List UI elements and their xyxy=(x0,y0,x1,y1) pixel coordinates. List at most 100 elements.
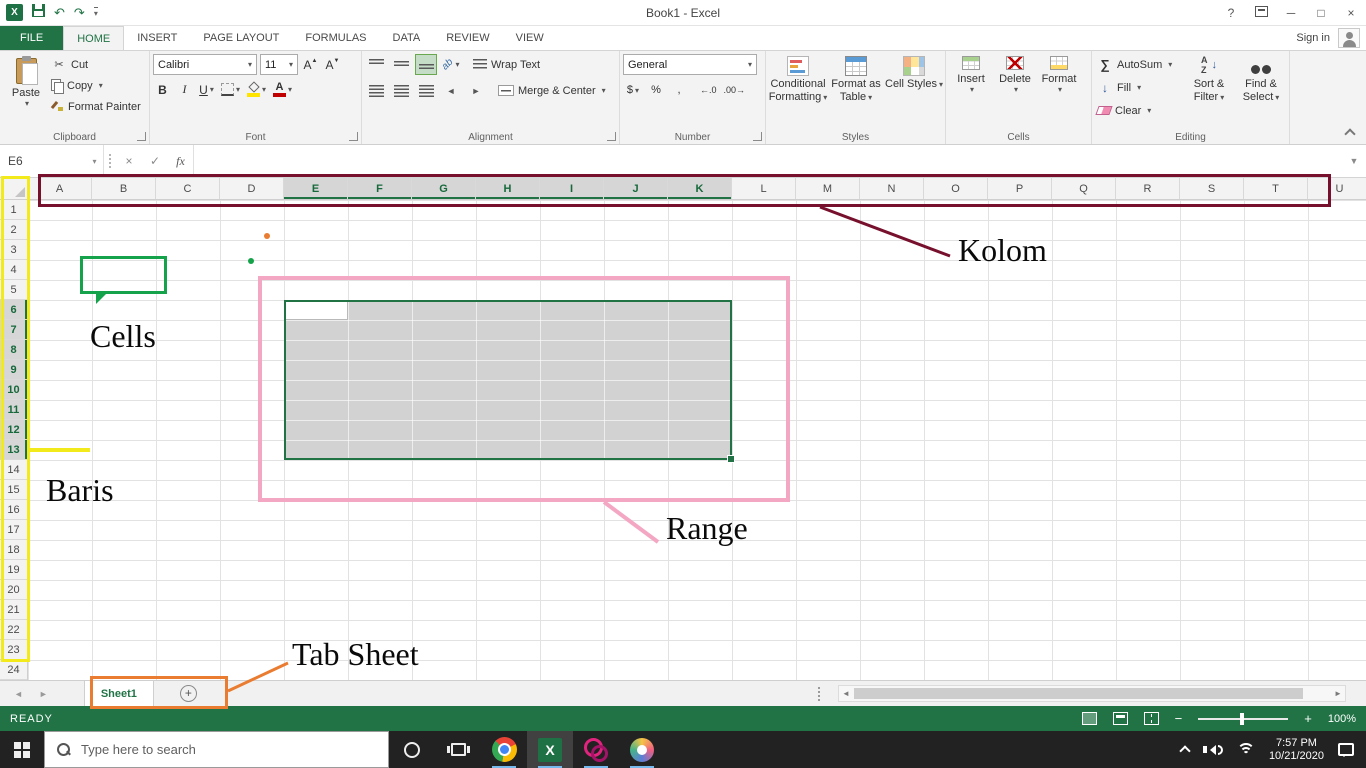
increase-decimal-button[interactable]: ←.0 xyxy=(698,80,719,100)
underline-dropdown-icon[interactable]: ▾ xyxy=(210,85,214,94)
row-header-5[interactable]: 5 xyxy=(0,280,27,300)
scroll-left-arrow[interactable]: ◄ xyxy=(839,689,853,698)
cut-button[interactable]: ✂ Cut xyxy=(49,54,143,75)
insert-function-button[interactable]: fx xyxy=(168,145,194,177)
column-header-t[interactable]: T xyxy=(1244,178,1308,199)
format-as-table-button[interactable]: Format as Table ▾ xyxy=(827,54,885,130)
column-header-m[interactable]: M xyxy=(796,178,860,199)
column-header-s[interactable]: S xyxy=(1180,178,1244,199)
volume-icon[interactable] xyxy=(1202,744,1223,755)
row-header-14[interactable]: 14 xyxy=(0,460,27,480)
column-header-o[interactable]: O xyxy=(924,178,988,199)
wifi-icon[interactable] xyxy=(1236,743,1255,756)
fill-handle[interactable] xyxy=(727,455,735,463)
row-header-21[interactable]: 21 xyxy=(0,600,27,620)
sign-in-link[interactable]: Sign in xyxy=(1296,32,1330,44)
align-center-button[interactable] xyxy=(390,80,412,101)
number-format-dropdown-icon[interactable]: ▾ xyxy=(748,60,752,69)
increase-indent-button[interactable]: ► xyxy=(465,80,487,101)
fill-button[interactable]: ↓ Fill ▾ xyxy=(1095,77,1183,98)
row-header-17[interactable]: 17 xyxy=(0,520,27,540)
autosum-button[interactable]: ∑ AutoSum ▾ xyxy=(1095,54,1183,75)
delete-cells-button[interactable]: Delete ▾ xyxy=(993,54,1037,130)
column-header-n[interactable]: N xyxy=(860,178,924,199)
search-input[interactable] xyxy=(81,742,388,757)
row-header-8[interactable]: 8 xyxy=(0,340,27,360)
font-dialog-launcher[interactable] xyxy=(349,132,358,141)
zoom-out-button[interactable]: − xyxy=(1175,711,1183,726)
find-select-button[interactable]: Find & Select ▾ xyxy=(1235,54,1287,130)
page-break-view-button[interactable] xyxy=(1143,712,1159,725)
select-all-corner[interactable] xyxy=(0,178,28,200)
column-header-i[interactable]: I xyxy=(540,178,604,199)
row-header-24[interactable]: 24 xyxy=(0,660,27,680)
column-header-a[interactable]: A xyxy=(28,178,92,199)
sort-filter-button[interactable]: A Z ↓ Sort & Filter ▾ xyxy=(1183,54,1235,130)
row-header-4[interactable]: 4 xyxy=(0,260,27,280)
ribbon-tab-home[interactable]: HOME xyxy=(63,26,125,50)
collapse-ribbon-icon[interactable] xyxy=(1344,128,1356,140)
row-header-12[interactable]: 12 xyxy=(0,420,27,440)
taskbar-clock[interactable]: 7:57 PM 10/21/2020 xyxy=(1269,737,1324,763)
normal-view-button[interactable] xyxy=(1081,712,1097,725)
clipboard-dialog-launcher[interactable] xyxy=(137,132,146,141)
copy-dropdown-icon[interactable]: ▾ xyxy=(99,81,103,90)
number-dialog-launcher[interactable] xyxy=(753,132,762,141)
formula-bar-splitter[interactable] xyxy=(104,145,116,177)
cancel-entry-button[interactable]: × xyxy=(116,145,142,177)
cortana-button[interactable] xyxy=(389,731,435,768)
column-header-b[interactable]: B xyxy=(92,178,156,199)
ribbon-tab-file[interactable]: FILE xyxy=(0,26,64,50)
active-cell[interactable] xyxy=(286,302,348,320)
paste-dropdown-icon[interactable]: ▾ xyxy=(25,99,29,108)
ribbon-tab-formulas[interactable]: FORMULAS xyxy=(292,26,379,50)
next-sheet-arrow[interactable]: ► xyxy=(39,689,48,699)
selected-range[interactable] xyxy=(284,300,735,463)
name-box-dropdown-icon[interactable]: ▾ xyxy=(86,145,104,177)
ribbon-tab-data[interactable]: DATA xyxy=(380,26,434,50)
format-painter-button[interactable]: Format Painter xyxy=(49,96,143,117)
underline-button[interactable]: U ▾ xyxy=(197,79,216,100)
align-right-button[interactable] xyxy=(415,80,437,101)
start-button[interactable] xyxy=(0,731,44,768)
horizontal-scrollbar[interactable]: ◄ ► xyxy=(838,685,1346,702)
ribbon-tab-insert[interactable]: INSERT xyxy=(124,26,190,50)
row-header-18[interactable]: 18 xyxy=(0,540,27,560)
row-header-22[interactable]: 22 xyxy=(0,620,27,640)
row-header-6[interactable]: 6 xyxy=(0,300,27,320)
column-header-u[interactable]: U xyxy=(1308,178,1366,199)
row-header-3[interactable]: 3 xyxy=(0,240,27,260)
conditional-formatting-button[interactable]: Conditional Formatting ▾ xyxy=(769,54,827,130)
taskbar-search-box[interactable] xyxy=(44,731,389,768)
decrease-indent-button[interactable]: ◄ xyxy=(440,80,462,101)
column-header-p[interactable]: P xyxy=(988,178,1052,199)
column-header-k[interactable]: K xyxy=(668,178,732,199)
font-color-button[interactable]: A ▾ xyxy=(271,79,294,100)
paste-button[interactable]: Paste ▾ xyxy=(3,54,49,130)
row-header-23[interactable]: 23 xyxy=(0,640,27,660)
format-cells-button[interactable]: Format ▾ xyxy=(1037,54,1081,130)
row-header-19[interactable]: 19 xyxy=(0,560,27,580)
column-header-f[interactable]: F xyxy=(348,178,412,199)
user-avatar-icon[interactable] xyxy=(1338,28,1360,48)
ribbon-tab-page-layout[interactable]: PAGE LAYOUT xyxy=(190,26,292,50)
expand-formula-bar-icon[interactable]: ▼ xyxy=(1342,145,1366,177)
column-header-g[interactable]: G xyxy=(412,178,476,199)
column-header-c[interactable]: C xyxy=(156,178,220,199)
top-align-button[interactable] xyxy=(365,54,387,75)
font-size-combo[interactable]: 11 ▾ xyxy=(260,54,298,75)
action-center-icon[interactable] xyxy=(1338,743,1354,757)
ribbon-tab-review[interactable]: REVIEW xyxy=(433,26,502,50)
column-header-j[interactable]: J xyxy=(604,178,668,199)
enter-entry-button[interactable]: ✓ xyxy=(142,145,168,177)
middle-align-button[interactable] xyxy=(390,54,412,75)
taskbar-app1-button[interactable] xyxy=(573,731,619,768)
accounting-format-button[interactable]: $ ▾ xyxy=(623,80,643,100)
font-name-dropdown-icon[interactable]: ▾ xyxy=(248,60,252,69)
bottom-align-button[interactable] xyxy=(415,54,437,75)
sheet-tab-sheet1[interactable]: Sheet1 xyxy=(83,681,154,706)
horizontal-scroll-thumb[interactable] xyxy=(854,688,1303,699)
column-header-e[interactable]: E xyxy=(284,178,348,199)
insert-cells-button[interactable]: Insert ▾ xyxy=(949,54,993,130)
page-layout-view-button[interactable] xyxy=(1112,712,1128,725)
